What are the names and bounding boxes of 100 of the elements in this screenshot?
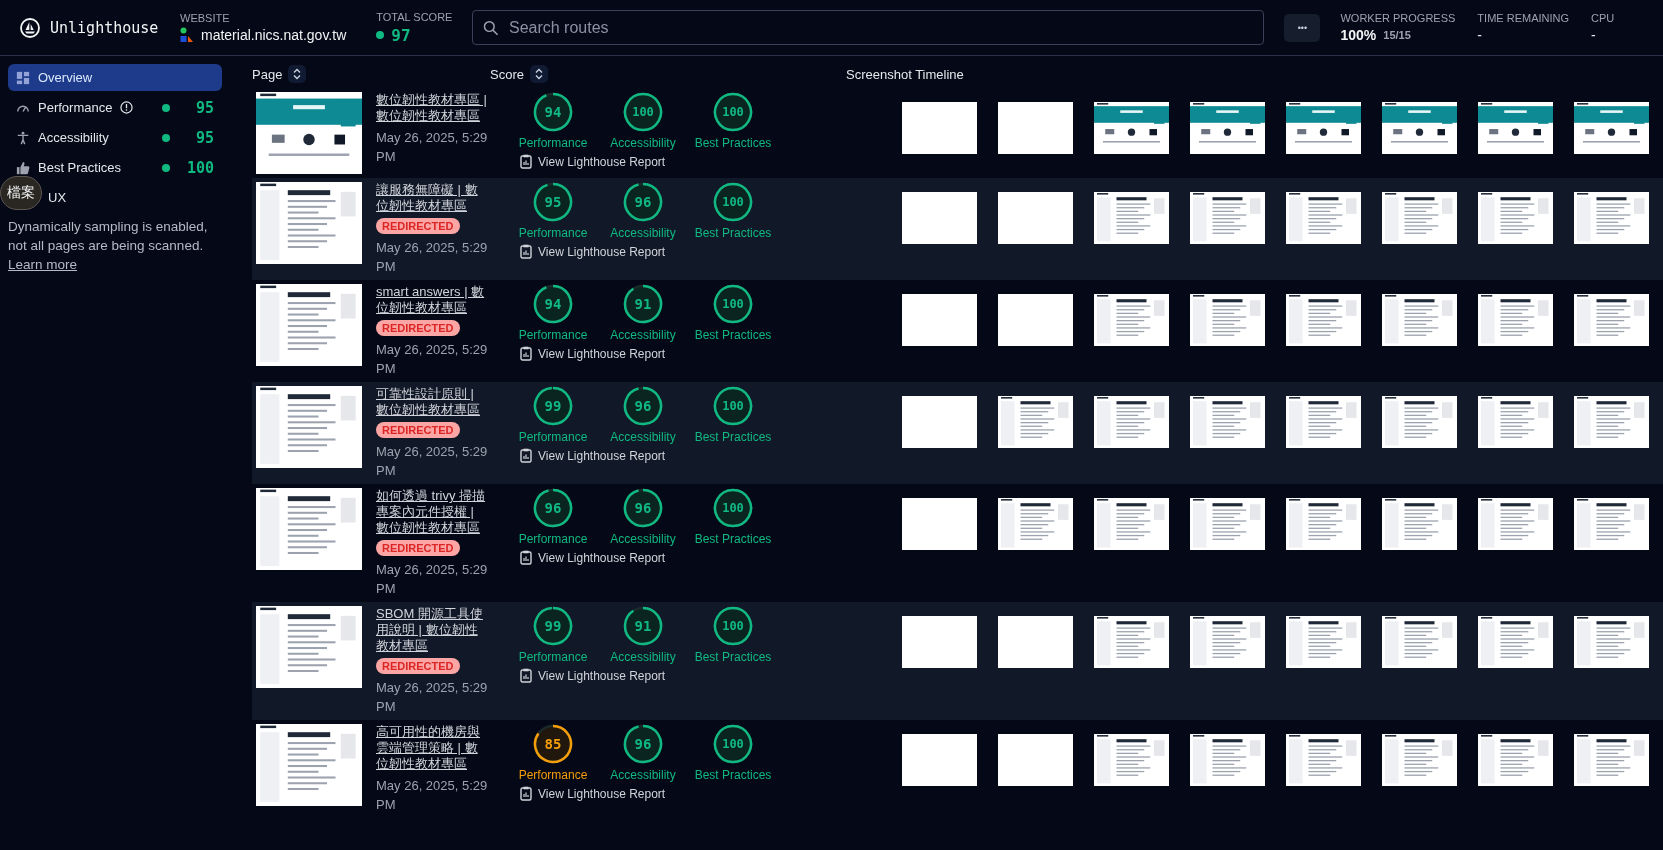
page-title-link[interactable]: 數位韌性教材專區 | 數位韌性教材專區 bbox=[376, 92, 488, 124]
sidebar-item[interactable]: Performance 95 bbox=[8, 94, 222, 121]
page-title-link[interactable]: SBOM 開源工具使用說明 | 數位韌性教材專區 bbox=[376, 606, 488, 654]
score-value: 94 bbox=[544, 296, 562, 312]
view-report-link[interactable]: View Lighthouse Report bbox=[520, 786, 666, 801]
scan-date: May 26, 2025, 5:29 PM bbox=[376, 777, 488, 814]
view-report-link[interactable]: View Lighthouse Report bbox=[520, 668, 666, 683]
sidebar-label: Accessibility bbox=[38, 130, 109, 145]
category-score: 95 bbox=[194, 98, 214, 117]
clipboard-icon bbox=[520, 346, 532, 361]
score-label: Best Practices bbox=[694, 136, 772, 150]
search-icon bbox=[483, 19, 499, 36]
person-icon bbox=[16, 130, 30, 145]
score-gauge bbox=[713, 606, 753, 646]
score-label: Accessibility bbox=[610, 430, 676, 444]
score-gauge bbox=[713, 386, 753, 426]
status-dot bbox=[162, 103, 170, 112]
score-value: 91 bbox=[634, 618, 652, 634]
score-label: Performance bbox=[518, 328, 588, 342]
view-report-link[interactable]: View Lighthouse Report bbox=[520, 448, 666, 463]
score-label: Best Practices bbox=[694, 226, 772, 240]
score-gauge bbox=[623, 488, 663, 528]
clipboard-icon bbox=[520, 448, 532, 463]
category-score: 100 bbox=[185, 158, 214, 177]
sidebar-label: Best Practices bbox=[38, 160, 122, 175]
progress-value: 100% bbox=[1340, 27, 1377, 43]
view-report-link[interactable]: View Lighthouse Report bbox=[520, 244, 666, 259]
more-button[interactable]: ••• bbox=[1284, 13, 1321, 42]
score-value: 100 bbox=[722, 619, 744, 633]
score-label: Accessibility bbox=[610, 328, 676, 342]
status-dot bbox=[162, 163, 170, 172]
clipboard-icon bbox=[520, 550, 532, 565]
tooltip: 檔案 bbox=[0, 176, 42, 210]
stat-label: TIME REMAINING bbox=[1477, 12, 1570, 24]
score-label: Performance bbox=[518, 650, 588, 664]
score-value: 100 bbox=[722, 737, 744, 751]
sort-button[interactable] bbox=[529, 65, 548, 83]
stat-label: TOTAL SCORE bbox=[376, 10, 453, 23]
redirected-badge: REDIRECTED bbox=[376, 658, 460, 674]
score-label: Best Practices bbox=[694, 430, 772, 444]
score-gauge bbox=[623, 284, 663, 324]
sidebar-label: Overview bbox=[38, 70, 93, 85]
page-title-link[interactable]: 讓服務無障礙 | 數位韌性教材專區 bbox=[376, 182, 488, 214]
score-gauge bbox=[713, 488, 753, 528]
score-label: Performance bbox=[518, 768, 588, 782]
score-gauge bbox=[533, 92, 573, 132]
score-value: 100 bbox=[722, 195, 744, 209]
score-gauge bbox=[623, 386, 663, 426]
score-gauge bbox=[533, 606, 573, 646]
learn-more-link[interactable]: Learn more bbox=[8, 257, 78, 272]
score-value: 91 bbox=[634, 296, 652, 312]
score-gauge bbox=[533, 182, 573, 222]
cpu-value: - bbox=[1591, 27, 1597, 43]
page-title-link[interactable]: 可靠性設計原則 | 數位韌性教材專區 bbox=[376, 386, 488, 418]
page-title-link[interactable]: 如何透過 trivy 掃描專案內元件授權 | 數位韌性教材專區 bbox=[376, 488, 488, 536]
column-header: Score bbox=[490, 66, 524, 82]
sort-icon bbox=[292, 68, 303, 80]
score-value: 96 bbox=[634, 500, 652, 516]
score-value: 100 bbox=[632, 105, 654, 119]
page-title-link[interactable]: 高可用性的機房與雲端管理策略 | 數位韌性教材專區 bbox=[376, 724, 488, 772]
score-gauge bbox=[623, 606, 663, 646]
view-report-link[interactable]: View Lighthouse Report bbox=[520, 154, 666, 169]
score-label: Performance bbox=[518, 532, 588, 546]
score-gauge bbox=[713, 92, 753, 132]
score-value: 96 bbox=[634, 194, 652, 210]
website-url: material.nics.nat.gov.tw bbox=[201, 27, 347, 43]
column-header: Screenshot Timeline bbox=[846, 66, 964, 82]
score-label: Performance bbox=[518, 226, 588, 240]
sidebar-item[interactable]: Accessibility 95 bbox=[8, 124, 222, 151]
score-label: Accessibility bbox=[610, 136, 676, 150]
score-gauge bbox=[533, 724, 573, 764]
app-title: Unlighthouse bbox=[50, 18, 159, 37]
search-input[interactable]: Search routes bbox=[506, 17, 1254, 38]
search-field[interactable]: Search routes bbox=[472, 10, 1265, 45]
stat-label: WORKER PROGRESS bbox=[1340, 12, 1456, 24]
dashboard-icon bbox=[16, 70, 30, 85]
clipboard-icon bbox=[520, 244, 532, 259]
sidebar-item[interactable]: Overview bbox=[8, 64, 222, 91]
score-label: Accessibility bbox=[610, 532, 676, 546]
progress-count: 15/15 bbox=[1383, 29, 1411, 41]
view-report-link[interactable]: View Lighthouse Report bbox=[520, 346, 666, 361]
sort-icon bbox=[533, 68, 544, 80]
clipboard-icon bbox=[520, 154, 532, 169]
column-header: Page bbox=[252, 66, 283, 82]
clipboard-icon bbox=[520, 668, 532, 683]
view-report-link[interactable]: View Lighthouse Report bbox=[520, 550, 666, 565]
site-logo-icon bbox=[180, 27, 194, 43]
sort-button[interactable] bbox=[288, 65, 307, 83]
score-value: 94 bbox=[544, 104, 562, 120]
page-title-link[interactable]: smart answers | 數位韌性教材專區 bbox=[376, 284, 488, 316]
score-gauge bbox=[623, 92, 663, 132]
score-value: 85 bbox=[544, 736, 562, 752]
score-value: 99 bbox=[544, 398, 562, 414]
score-label: Accessibility bbox=[610, 226, 676, 240]
time-remaining-value: - bbox=[1477, 27, 1484, 43]
score-label: Best Practices bbox=[694, 768, 772, 782]
score-label: Performance bbox=[518, 430, 588, 444]
score-value: 100 bbox=[722, 501, 744, 515]
redirected-badge: REDIRECTED bbox=[376, 320, 460, 336]
score-value: 96 bbox=[634, 398, 652, 414]
